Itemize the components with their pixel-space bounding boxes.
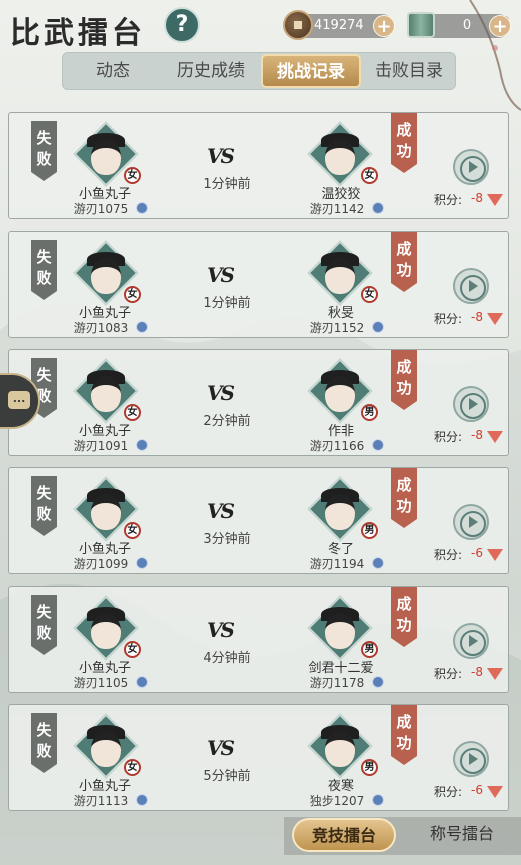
rank-icon [372, 202, 384, 214]
score-change: -8 [471, 191, 483, 205]
score-label: 积分: [434, 785, 463, 799]
lose-badge: 失败 [31, 121, 57, 181]
time-ago: 4分钟前 [203, 651, 251, 666]
rank-icon [372, 557, 384, 569]
down-arrow-icon [487, 194, 503, 206]
replay-icon[interactable] [453, 149, 489, 185]
score-change: -6 [471, 783, 483, 797]
vs-label: VS [207, 618, 235, 642]
replay-icon[interactable] [453, 504, 489, 540]
gender-icon: 男 [361, 404, 378, 421]
chat-bubble-icon: ... [8, 391, 30, 409]
down-arrow-icon [487, 431, 503, 443]
female-gender-icon: 女 [124, 167, 141, 184]
score-change: -8 [471, 310, 483, 324]
score-change: -6 [471, 546, 483, 560]
rank-icon [372, 321, 384, 333]
rank-icon [372, 676, 384, 688]
lose-badge: 失败 [31, 713, 57, 773]
replay-icon[interactable] [453, 268, 489, 304]
vs-label: VS [207, 381, 235, 405]
win-badge: 成功 [391, 232, 417, 292]
replay-icon[interactable] [453, 623, 489, 659]
score-label: 积分: [434, 548, 463, 562]
rank-icon [372, 439, 384, 451]
gender-icon: 女 [361, 167, 378, 184]
challenge-record-card: 失败 女 VS 5分钟前 小鱼丸子 游刃1113 成功 男 夜寒 独步1207 … [8, 704, 509, 811]
page-title: 比武擂台 [10, 16, 146, 51]
time-ago: 5分钟前 [203, 769, 251, 784]
vs-label: VS [207, 499, 235, 523]
rank-icon [136, 794, 148, 806]
score-change: -8 [471, 665, 483, 679]
scroll-token-icon [407, 12, 435, 38]
down-arrow-icon [487, 549, 503, 561]
vs-label: VS [207, 736, 235, 760]
female-gender-icon: 女 [124, 759, 141, 776]
score-label: 积分: [434, 667, 463, 681]
gender-icon: 女 [361, 286, 378, 303]
score-change: -8 [471, 428, 483, 442]
win-badge: 成功 [391, 350, 417, 410]
tab-challenge-records[interactable]: 挑战记录 [261, 54, 361, 88]
female-gender-icon: 女 [124, 286, 141, 303]
time-ago: 3分钟前 [203, 532, 251, 547]
challenge-record-card: 失败 女 VS 1分钟前 小鱼丸子 游刃1075 成功 女 温狡狡 游刃1142… [8, 112, 509, 219]
rank-icon [136, 557, 148, 569]
down-arrow-icon [487, 668, 503, 680]
gender-icon: 男 [361, 641, 378, 658]
female-gender-icon: 女 [124, 404, 141, 421]
tab-title-arena[interactable]: 称号擂台 [414, 818, 510, 852]
add-coins-button[interactable]: + [373, 15, 395, 37]
challenge-record-card: 失败 女 VS 4分钟前 小鱼丸子 游刃1105 成功 男 剑君十二爱 游刃11… [8, 586, 509, 693]
replay-icon[interactable] [453, 741, 489, 777]
rank-icon [136, 439, 148, 451]
tab-dynamics[interactable]: 动态 [73, 53, 153, 91]
challenge-record-card: 失败 女 VS 1分钟前 小鱼丸子 游刃1083 成功 女 秋旻 游刃1152 … [8, 231, 509, 338]
vs-label: VS [207, 144, 235, 168]
challenge-record-card: 失败 女 VS 3分钟前 小鱼丸子 游刃1099 成功 男 冬了 游刃1194 … [8, 467, 509, 574]
win-badge: 成功 [391, 113, 417, 173]
lose-badge: 失败 [31, 240, 57, 300]
add-tokens-button[interactable]: + [489, 15, 511, 37]
gender-icon: 男 [361, 522, 378, 539]
gender-icon: 男 [361, 759, 378, 776]
time-ago: 1分钟前 [203, 177, 251, 192]
score-label: 积分: [434, 193, 463, 207]
copper-coin-icon [283, 10, 313, 40]
tab-bar: 动态 历史成绩 挑战记录 击败目录 [62, 52, 456, 90]
win-badge: 成功 [391, 705, 417, 765]
score-label: 积分: [434, 312, 463, 326]
help-button[interactable]: ? [164, 7, 200, 43]
down-arrow-icon [487, 786, 503, 798]
rank-icon [136, 321, 148, 333]
win-badge: 成功 [391, 587, 417, 647]
rank-icon [136, 202, 148, 214]
lose-badge: 失败 [31, 476, 57, 536]
challenge-record-card: 失败 女 VS 2分钟前 小鱼丸子 游刃1091 成功 男 作非 游刃1166 … [8, 349, 509, 456]
down-arrow-icon [487, 313, 503, 325]
tab-defeat-list[interactable]: 击败目录 [363, 53, 455, 91]
tab-history[interactable]: 历史成绩 [163, 53, 259, 91]
rank-icon [372, 794, 384, 806]
replay-icon[interactable] [453, 386, 489, 422]
tab-arena[interactable]: 竞技擂台 [292, 818, 396, 852]
time-ago: 2分钟前 [203, 414, 251, 429]
lose-badge: 失败 [31, 595, 57, 655]
time-ago: 1分钟前 [203, 296, 251, 311]
female-gender-icon: 女 [124, 641, 141, 658]
vs-label: VS [207, 263, 235, 287]
score-label: 积分: [434, 430, 463, 444]
win-badge: 成功 [391, 468, 417, 528]
rank-icon [136, 676, 148, 688]
female-gender-icon: 女 [124, 522, 141, 539]
